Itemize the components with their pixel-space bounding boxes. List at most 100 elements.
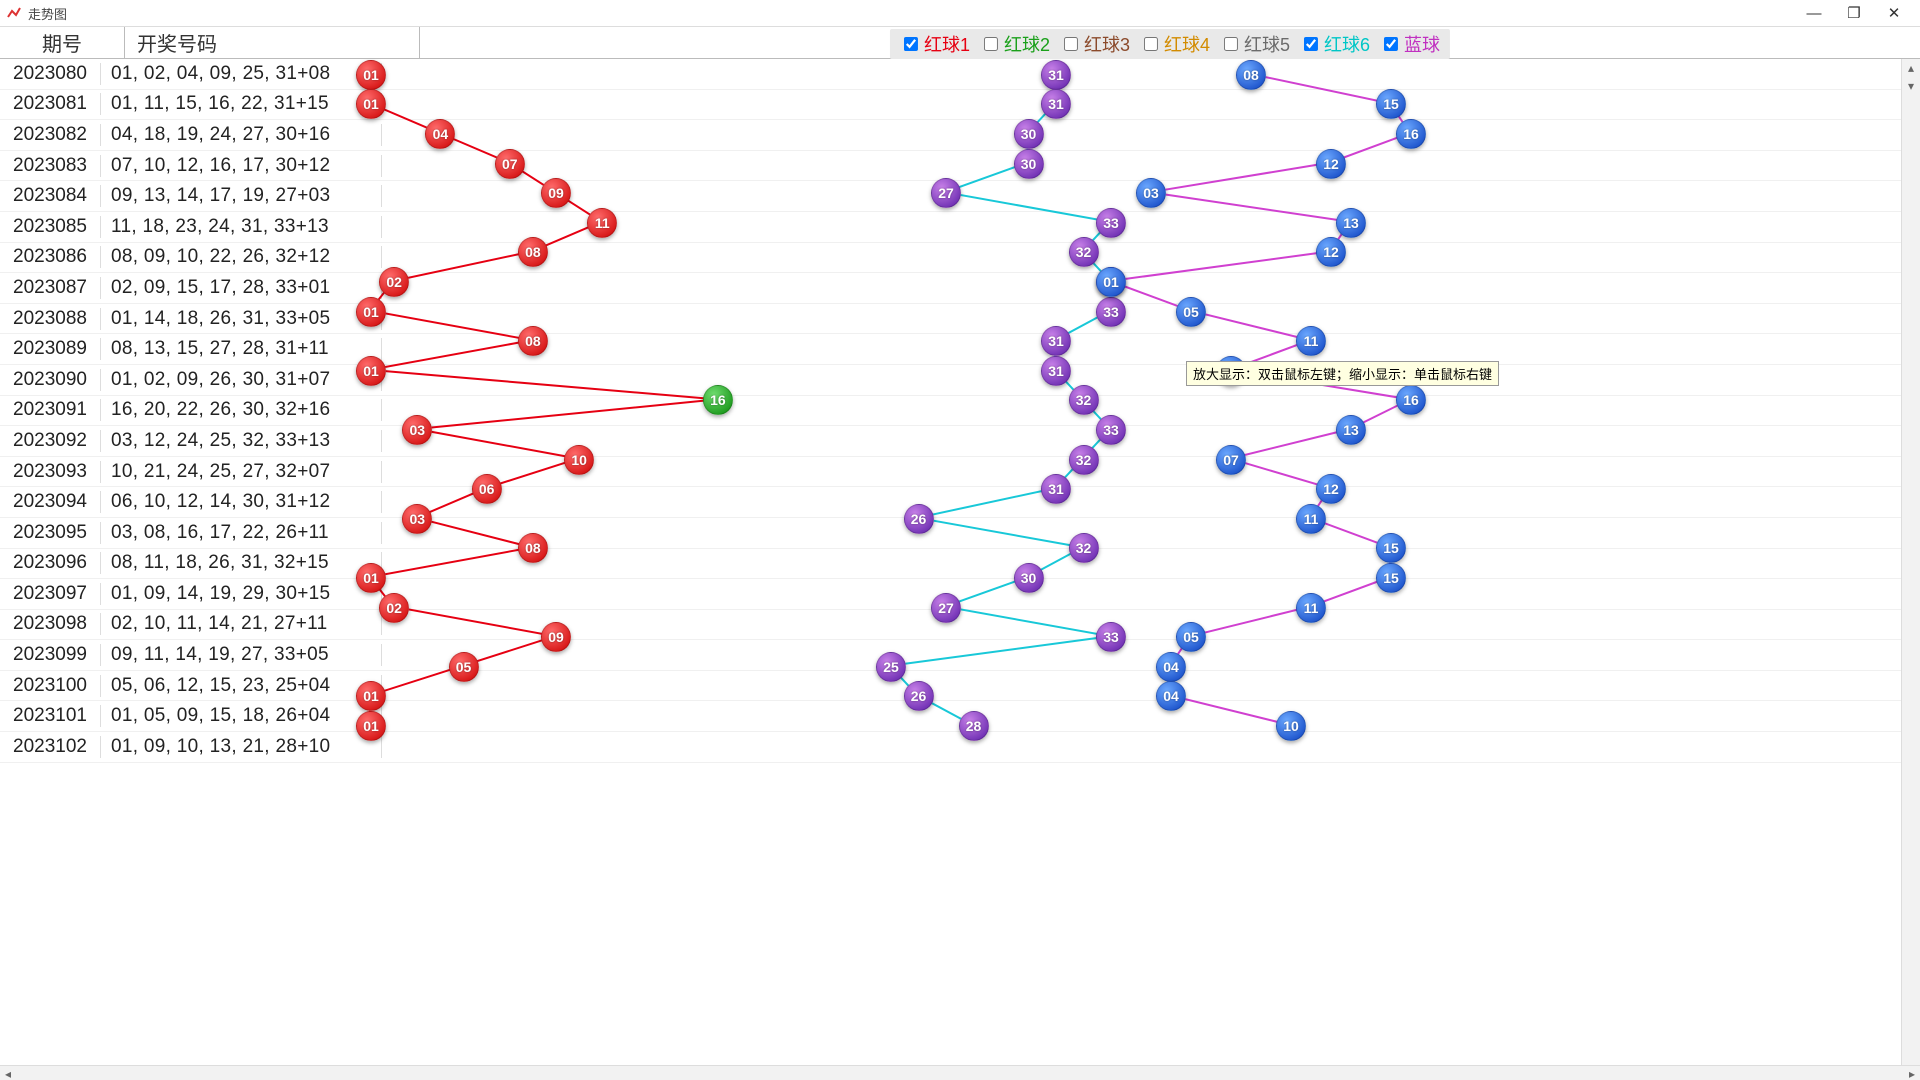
filter-checkbox[interactable] — [984, 37, 998, 51]
window-titlebar: 走势图 — ❐ ✕ — [0, 0, 1920, 27]
table-row: 202310101, 05, 09, 15, 18, 26+04 — [0, 701, 1920, 732]
filter-红球3[interactable]: 红球3 — [1060, 31, 1130, 57]
vertical-scrollbar[interactable]: ▴ ▾ — [1901, 59, 1920, 1065]
cell-numbers: 10, 21, 24, 25, 27, 32+07 — [101, 461, 382, 483]
cell-chart[interactable] — [382, 701, 1920, 731]
cell-numbers: 09, 11, 14, 19, 27, 33+05 — [101, 644, 382, 666]
series-filter-bar: 红球1 红球2 红球3 红球4 红球5 红球6 蓝球 — [890, 29, 1450, 59]
cell-issue: 2023090 — [0, 369, 101, 391]
cell-numbers: 07, 10, 12, 16, 17, 30+12 — [101, 155, 382, 177]
cell-issue: 2023096 — [0, 552, 101, 574]
cell-issue: 2023097 — [0, 583, 101, 605]
cell-chart[interactable] — [382, 181, 1920, 211]
cell-numbers: 16, 20, 22, 26, 30, 32+16 — [101, 399, 382, 421]
window-minimize-button[interactable]: — — [1794, 5, 1834, 22]
cell-chart[interactable] — [382, 334, 1920, 364]
cell-issue: 2023091 — [0, 399, 101, 421]
scroll-up-icon[interactable]: ▴ — [1902, 59, 1920, 77]
cell-issue: 2023086 — [0, 246, 101, 268]
cell-chart[interactable] — [382, 151, 1920, 181]
cell-chart[interactable] — [382, 426, 1920, 456]
scroll-down-icon[interactable]: ▾ — [1902, 77, 1920, 95]
cell-issue: 2023101 — [0, 705, 101, 727]
cell-chart[interactable] — [382, 640, 1920, 670]
cell-numbers: 01, 11, 15, 16, 22, 31+15 — [101, 93, 382, 115]
cell-chart[interactable] — [382, 90, 1920, 120]
header-chart-area: 红球1 红球2 红球3 红球4 红球5 红球6 蓝球 — [420, 27, 1920, 59]
cell-chart[interactable] — [382, 671, 1920, 701]
cell-chart[interactable] — [382, 365, 1920, 395]
cell-issue: 2023087 — [0, 277, 101, 299]
app-icon — [6, 5, 22, 21]
scroll-left-icon[interactable]: ◂ — [0, 1067, 16, 1080]
filter-label: 红球2 — [1004, 31, 1050, 57]
filter-红球4[interactable]: 红球4 — [1140, 31, 1210, 57]
cell-chart[interactable] — [382, 732, 1920, 762]
cell-numbers: 01, 02, 09, 26, 30, 31+07 — [101, 369, 382, 391]
filter-红球6[interactable]: 红球6 — [1300, 31, 1370, 57]
cell-chart[interactable] — [382, 212, 1920, 242]
table-row: 202309802, 10, 11, 14, 21, 27+11 — [0, 610, 1920, 641]
cell-chart[interactable] — [382, 243, 1920, 273]
filter-label: 红球5 — [1244, 31, 1290, 57]
cell-chart[interactable] — [382, 457, 1920, 487]
window-title: 走势图 — [28, 4, 67, 23]
table-row: 202309310, 21, 24, 25, 27, 32+07 — [0, 457, 1920, 488]
filter-checkbox[interactable] — [1064, 37, 1078, 51]
cell-chart[interactable] — [382, 518, 1920, 548]
window-close-button[interactable]: ✕ — [1874, 4, 1914, 22]
table-row: 202309909, 11, 14, 19, 27, 33+05 — [0, 640, 1920, 671]
cell-chart[interactable] — [382, 487, 1920, 517]
cell-issue: 2023089 — [0, 338, 101, 360]
table-row: 202308001, 02, 04, 09, 25, 31+08 — [0, 59, 1920, 90]
cell-chart[interactable] — [382, 120, 1920, 150]
window-maximize-button[interactable]: ❐ — [1834, 4, 1874, 22]
filter-红球5[interactable]: 红球5 — [1220, 31, 1290, 57]
table-row: 202309701, 09, 14, 19, 29, 30+15 — [0, 579, 1920, 610]
cell-issue: 2023102 — [0, 736, 101, 758]
filter-红球1[interactable]: 红球1 — [900, 31, 970, 57]
cell-issue: 2023083 — [0, 155, 101, 177]
cell-numbers: 08, 11, 18, 26, 31, 32+15 — [101, 552, 382, 574]
cell-chart[interactable] — [382, 304, 1920, 334]
chart-body[interactable]: 202308001, 02, 04, 09, 25, 31+0820230810… — [0, 59, 1920, 1065]
table-row: 202310005, 06, 12, 15, 23, 25+04 — [0, 671, 1920, 702]
cell-chart[interactable] — [382, 610, 1920, 640]
cell-numbers: 08, 13, 15, 27, 28, 31+11 — [101, 338, 382, 360]
table-row: 202308101, 11, 15, 16, 22, 31+15 — [0, 90, 1920, 121]
filter-checkbox[interactable] — [1224, 37, 1238, 51]
cell-chart[interactable] — [382, 579, 1920, 609]
cell-issue: 2023082 — [0, 124, 101, 146]
column-header: 期号 开奖号码 红球1红球2红球3红球4红球5红球6蓝球 — [0, 27, 1920, 59]
cell-numbers: 01, 14, 18, 26, 31, 33+05 — [101, 308, 382, 330]
cell-chart[interactable] — [382, 273, 1920, 303]
table-row: 202308908, 13, 15, 27, 28, 31+11 — [0, 334, 1920, 365]
cell-numbers: 04, 18, 19, 24, 27, 30+16 — [101, 124, 382, 146]
filter-label: 红球1 — [924, 31, 970, 57]
cell-numbers: 06, 10, 12, 14, 30, 31+12 — [101, 491, 382, 513]
table-row: 202308702, 09, 15, 17, 28, 33+01 — [0, 273, 1920, 304]
table-row: 202308204, 18, 19, 24, 27, 30+16 — [0, 120, 1920, 151]
filter-checkbox[interactable] — [904, 37, 918, 51]
table-row: 202309116, 20, 22, 26, 30, 32+16 — [0, 396, 1920, 427]
cell-numbers: 08, 09, 10, 22, 26, 32+12 — [101, 246, 382, 268]
scroll-right-icon[interactable]: ▸ — [1904, 1067, 1920, 1080]
cell-numbers: 02, 10, 11, 14, 21, 27+11 — [101, 613, 382, 635]
filter-checkbox[interactable] — [1144, 37, 1158, 51]
cell-issue: 2023088 — [0, 308, 101, 330]
filter-label: 红球6 — [1324, 31, 1370, 57]
filter-checkbox[interactable] — [1304, 37, 1318, 51]
horizontal-scrollbar[interactable]: ◂ ▸ — [0, 1065, 1920, 1080]
cell-chart[interactable] — [382, 59, 1920, 89]
cell-numbers: 02, 09, 15, 17, 28, 33+01 — [101, 277, 382, 299]
cell-chart[interactable] — [382, 549, 1920, 579]
cell-issue: 2023093 — [0, 461, 101, 483]
table-row: 202310201, 09, 10, 13, 21, 28+10 — [0, 732, 1920, 763]
cell-chart[interactable] — [382, 396, 1920, 426]
filter-蓝球[interactable]: 蓝球 — [1380, 31, 1440, 57]
filter-checkbox[interactable] — [1384, 37, 1398, 51]
cell-numbers: 05, 06, 12, 15, 23, 25+04 — [101, 675, 382, 697]
table-row: 202309608, 11, 18, 26, 31, 32+15 — [0, 549, 1920, 580]
filter-label: 红球4 — [1164, 31, 1210, 57]
filter-红球2[interactable]: 红球2 — [980, 31, 1050, 57]
